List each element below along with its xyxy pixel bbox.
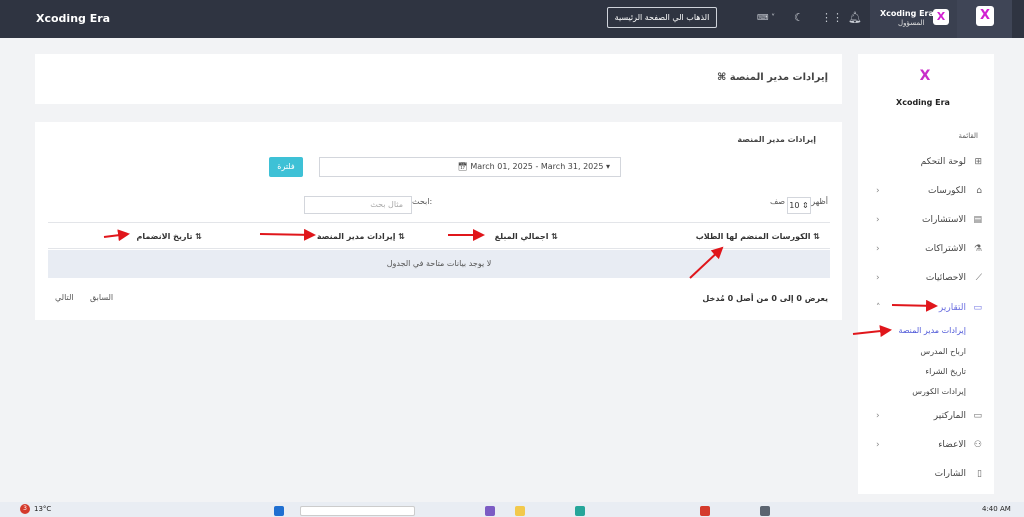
os-taskbar: 3 13°C 4:40 AM [0, 502, 1024, 517]
chevron-icon: › [876, 186, 880, 196]
sidebar-subitem-course-revenue[interactable]: إيرادات الكورس [912, 387, 966, 396]
search-label: ابحث: [412, 197, 433, 206]
chevron-icon: › [876, 273, 880, 283]
logo-letter: X [976, 6, 994, 26]
user-menu[interactable]: Xcoding Era المسؤول X [870, 0, 957, 38]
sidebar-item-label: الاعضاء [938, 440, 966, 450]
date-range-input[interactable]: 📅︎ March 01, 2025 - March 31, 2025 ▾ [319, 157, 621, 177]
column-header-total-amount[interactable]: اجمالي المبلغ ⇅ [495, 232, 558, 241]
sidebar: X Xcoding Era القائمة ⊞ لوحة التحكم › ⌂ … [858, 54, 994, 494]
sidebar-item-label: التقارير [938, 303, 966, 313]
badges-icon: ▯ [977, 469, 982, 479]
apps-grid-icon[interactable]: ⋮⋮ [821, 11, 843, 24]
language-icon[interactable]: ⌨ ˅ [757, 13, 775, 22]
sidebar-item-label: لوحة التحكم [920, 157, 966, 167]
reports-icon: ▭ [973, 303, 982, 313]
page-size-select[interactable]: 10 ⇕ [787, 197, 811, 214]
courses-icon: ⌂ [976, 186, 982, 196]
dashboard-icon: ⊞ [974, 157, 982, 167]
sidebar-item-consultations[interactable]: › ▤ الاستشارات [858, 210, 994, 232]
sidebar-item-label: الاشتراكات [925, 244, 966, 254]
table-header: الكورسات المنضم لها الطلاب ⇅ اجمالي المب… [48, 222, 830, 249]
sidebar-subitem-purchase-date[interactable]: تاريخ الشراء [925, 367, 966, 376]
sidebar-item-label: الشارات [934, 469, 966, 479]
sidebar-item-subscriptions[interactable]: › ⚗ الاشتراكات [858, 239, 994, 261]
page-header-card: ⌘ إيرادات مدير المنصة [35, 54, 842, 104]
sidebar-item-label: الاستشارات [922, 215, 966, 225]
top-navbar: Xcoding Era الذهاب الي الصفحة الرئيسية ⌨… [0, 0, 1024, 38]
column-header-platform-revenue[interactable]: إيرادات مدير المنصة ⇅ [317, 232, 405, 241]
filter-button[interactable]: فلترة [269, 157, 303, 177]
chrome-icon[interactable] [700, 506, 710, 516]
user-name: Xcoding Era [880, 9, 934, 18]
sidebar-subitem-teacher-profits[interactable]: ارباح المدرس [920, 347, 966, 356]
members-icon: ⚇ [973, 440, 982, 450]
sidebar-item-members[interactable]: › ⚇ الاعضاء [858, 435, 994, 457]
chevron-icon: › [876, 440, 880, 450]
stepper-icon: ⇕ [802, 201, 809, 210]
brand-title: Xcoding Era [36, 12, 111, 25]
report-card: إيرادات مدير المنصة 📅︎ March 01, 2025 - … [35, 122, 842, 320]
show-label: أظهر [811, 197, 828, 206]
taskbar-app-icon[interactable] [760, 506, 770, 516]
browser-icon[interactable] [575, 506, 585, 516]
chevron-icon: › [876, 215, 880, 225]
sidebar-section-label: القائمة [958, 132, 979, 140]
clock-time: 4:40 AM [982, 505, 1011, 513]
sidebar-item-label: الماركتير [933, 411, 966, 421]
taskbar-search-icon[interactable] [300, 506, 415, 516]
search-input[interactable]: مثال بحث [304, 196, 412, 214]
sidebar-item-dashboard[interactable]: ⊞ لوحة التحكم [858, 152, 994, 174]
page-title: ⌘ إيرادات مدير المنصة [717, 72, 828, 83]
notification-badge: 3 [20, 504, 30, 514]
calendar-icon: 📅︎ [457, 162, 471, 171]
empty-table-message: لا يوجد بيانات متاحة في الجدول [48, 250, 830, 278]
sidebar-item-badges[interactable]: ▯ الشارات [858, 464, 994, 486]
windows-start-icon[interactable] [274, 506, 284, 516]
sidebar-item-reports[interactable]: ˄ ▭ التقارير [858, 298, 994, 320]
sidebar-subitem-platform-revenue[interactable]: إيرادات مدير المنصة [898, 326, 966, 335]
weather-temperature[interactable]: 13°C [34, 505, 51, 513]
chevron-up-icon: ˄ [876, 303, 881, 313]
chevron-icon: › [876, 411, 880, 421]
statistics-icon: ⟋ [975, 273, 982, 283]
chevron-down-icon: ▾ [605, 162, 610, 171]
file-explorer-icon[interactable] [515, 506, 525, 516]
column-header-join-date[interactable]: تاريخ الانضمام ⇅ [137, 232, 202, 241]
subscriptions-icon: ⚗ [973, 244, 982, 254]
card-title: إيرادات مدير المنصة [737, 135, 816, 144]
sidebar-item-statistics[interactable]: › ⟋ الاحصائيات [858, 268, 994, 290]
sidebar-item-label: الكورسات [928, 186, 966, 196]
sidebar-item-marketer[interactable]: › ▭ الماركتير [858, 406, 994, 428]
previous-page-button[interactable]: السابق [90, 293, 113, 302]
sidebar-brand: Xcoding Era [896, 98, 950, 107]
marketer-icon: ▭ [973, 411, 982, 421]
user-role: المسؤول [898, 19, 925, 27]
user-avatar: X [933, 9, 949, 25]
page-size-value: 10 [789, 201, 800, 210]
home-page-button[interactable]: الذهاب الي الصفحة الرئيسية [607, 7, 717, 28]
rows-label: صف [770, 197, 786, 206]
dark-mode-icon[interactable]: ☾ [794, 11, 804, 24]
sidebar-logo: X [919, 68, 931, 84]
table-info: يعرض 0 إلى 0 من أصل 0 مُدخل [702, 294, 828, 303]
consultations-icon: ▤ [973, 215, 982, 225]
date-range-value: March 01, 2025 - March 31, 2025 [470, 162, 604, 171]
taskbar-app-icon[interactable] [485, 506, 495, 516]
sidebar-item-label: الاحصائيات [925, 273, 966, 283]
next-page-button[interactable]: التالي [55, 293, 74, 302]
column-header-courses[interactable]: الكورسات المنضم لها الطلاب ⇅ [696, 232, 820, 241]
sidebar-item-courses[interactable]: › ⌂ الكورسات [858, 181, 994, 203]
app-logo[interactable]: X [957, 0, 1012, 38]
notification-bell-icon[interactable]: 🔔︎ [848, 11, 862, 24]
chevron-icon: › [876, 244, 880, 254]
